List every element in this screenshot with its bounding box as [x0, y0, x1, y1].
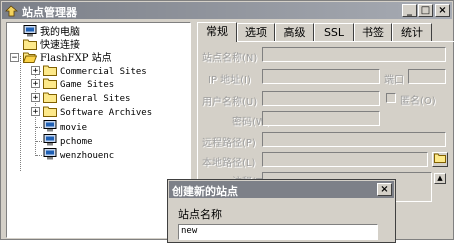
- tab-general[interactable]: 常规: [197, 22, 237, 42]
- tree-item-label: wenzhouenc: [60, 151, 115, 161]
- site-name-input[interactable]: [262, 47, 446, 62]
- username-label: 用户名称(U): [202, 97, 258, 108]
- anonymous-checkbox[interactable]: [386, 93, 396, 103]
- expand-toggle[interactable]: +: [31, 107, 40, 117]
- ip-address-input[interactable]: [262, 69, 380, 84]
- folder-icon: [43, 65, 57, 76]
- tree-connector: [36, 127, 42, 128]
- folder-icon: [23, 39, 37, 50]
- tab-advanced[interactable]: 高级: [275, 23, 314, 41]
- site-tree[interactable]: 我的电脑 快速连接 − FlashFXP 站点 + Commercial Sit…: [6, 22, 191, 238]
- tree-item-label: movie: [60, 123, 88, 133]
- expand-toggle[interactable]: +: [31, 66, 40, 76]
- tree-guide-line: [20, 56, 21, 171]
- tree-item-label: 快速连接: [40, 40, 80, 51]
- tab-bookmarks[interactable]: 书签: [354, 23, 392, 41]
- port-label: 端口: [384, 75, 404, 86]
- window-title: 站点管理器: [22, 6, 77, 19]
- tree-item-folder[interactable]: Software Archives: [43, 105, 152, 118]
- expand-toggle[interactable]: +: [31, 93, 40, 103]
- tree-item-label: General Sites: [60, 94, 131, 104]
- folder-icon: [43, 92, 57, 103]
- folder-browse-icon: [434, 153, 446, 163]
- dialog-site-name-input[interactable]: new: [178, 224, 378, 240]
- open-folder-icon: [23, 52, 37, 63]
- tree-item-label: pchome: [60, 137, 93, 147]
- tab-statistics[interactable]: 统计: [392, 23, 432, 41]
- ip-address-label: IP 地址(I): [208, 75, 251, 86]
- port-input[interactable]: [408, 69, 446, 84]
- tree-item-folder[interactable]: Commercial Sites: [43, 64, 147, 77]
- dialog-site-name-label: 站点名称: [178, 208, 222, 221]
- username-input[interactable]: [262, 91, 380, 106]
- remote-path-label: 远程路径(P): [202, 138, 256, 149]
- tree-item-flashfxp-sites[interactable]: FlashFXP 站点: [23, 51, 112, 64]
- tree-item-label: Software Archives: [60, 108, 153, 118]
- tab-options[interactable]: 选项: [237, 23, 275, 41]
- site-manager-icon: [5, 5, 18, 17]
- computer-icon: [23, 25, 37, 37]
- collapse-toggle[interactable]: −: [10, 53, 19, 63]
- local-path-label: 本地路径(L): [202, 158, 256, 169]
- folder-icon: [43, 106, 57, 117]
- dialog-title-bar: 创建新的站点 ×: [169, 181, 394, 198]
- site-computer-icon: [43, 120, 57, 132]
- expand-toggle[interactable]: +: [31, 79, 40, 89]
- tree-connector: [36, 141, 42, 142]
- maximize-button[interactable]: □: [418, 4, 433, 17]
- tree-item-folder[interactable]: General Sites: [43, 91, 130, 104]
- tree-item-label: 我的电脑: [40, 27, 80, 38]
- remote-path-input[interactable]: [262, 132, 446, 147]
- anonymous-label: 匿名(O): [400, 96, 436, 107]
- tree-connector: [36, 155, 42, 156]
- local-path-input[interactable]: [262, 152, 428, 167]
- dialog-close-button[interactable]: ×: [377, 183, 392, 196]
- tree-item-label: Game Sites: [60, 80, 115, 90]
- password-input[interactable]: [262, 111, 380, 126]
- site-manager-window: 站点管理器 _ □ × 我的电脑 快速连接 − FlashFXP 站点 + Co…: [0, 0, 454, 243]
- folder-icon: [43, 78, 57, 89]
- close-button[interactable]: ×: [435, 4, 450, 17]
- tree-item-site[interactable]: pchome: [43, 134, 93, 147]
- tree-item-label: Commercial Sites: [60, 67, 147, 77]
- title-bar: 站点管理器 _ □ ×: [2, 2, 452, 19]
- tree-item-quick-connect[interactable]: 快速连接: [23, 38, 80, 51]
- tree-item-site[interactable]: wenzhouenc: [43, 148, 114, 161]
- tree-item-label: FlashFXP 站点: [40, 53, 112, 64]
- minimize-button[interactable]: _: [402, 4, 417, 17]
- tree-item-site[interactable]: movie: [43, 120, 87, 133]
- create-site-dialog: 创建新的站点 × 站点名称 new: [167, 179, 396, 243]
- dialog-title: 创建新的站点: [172, 185, 238, 198]
- tree-item-folder[interactable]: Game Sites: [43, 77, 114, 90]
- site-computer-icon: [43, 134, 57, 146]
- tab-ssl[interactable]: SSL: [314, 23, 354, 41]
- tree-item-my-computer[interactable]: 我的电脑: [23, 25, 80, 38]
- site-name-label: 站点名称(N): [202, 53, 258, 64]
- scroll-up-button[interactable]: ▲: [434, 173, 446, 184]
- site-computer-icon: [43, 148, 57, 160]
- browse-folder-button[interactable]: [432, 152, 448, 167]
